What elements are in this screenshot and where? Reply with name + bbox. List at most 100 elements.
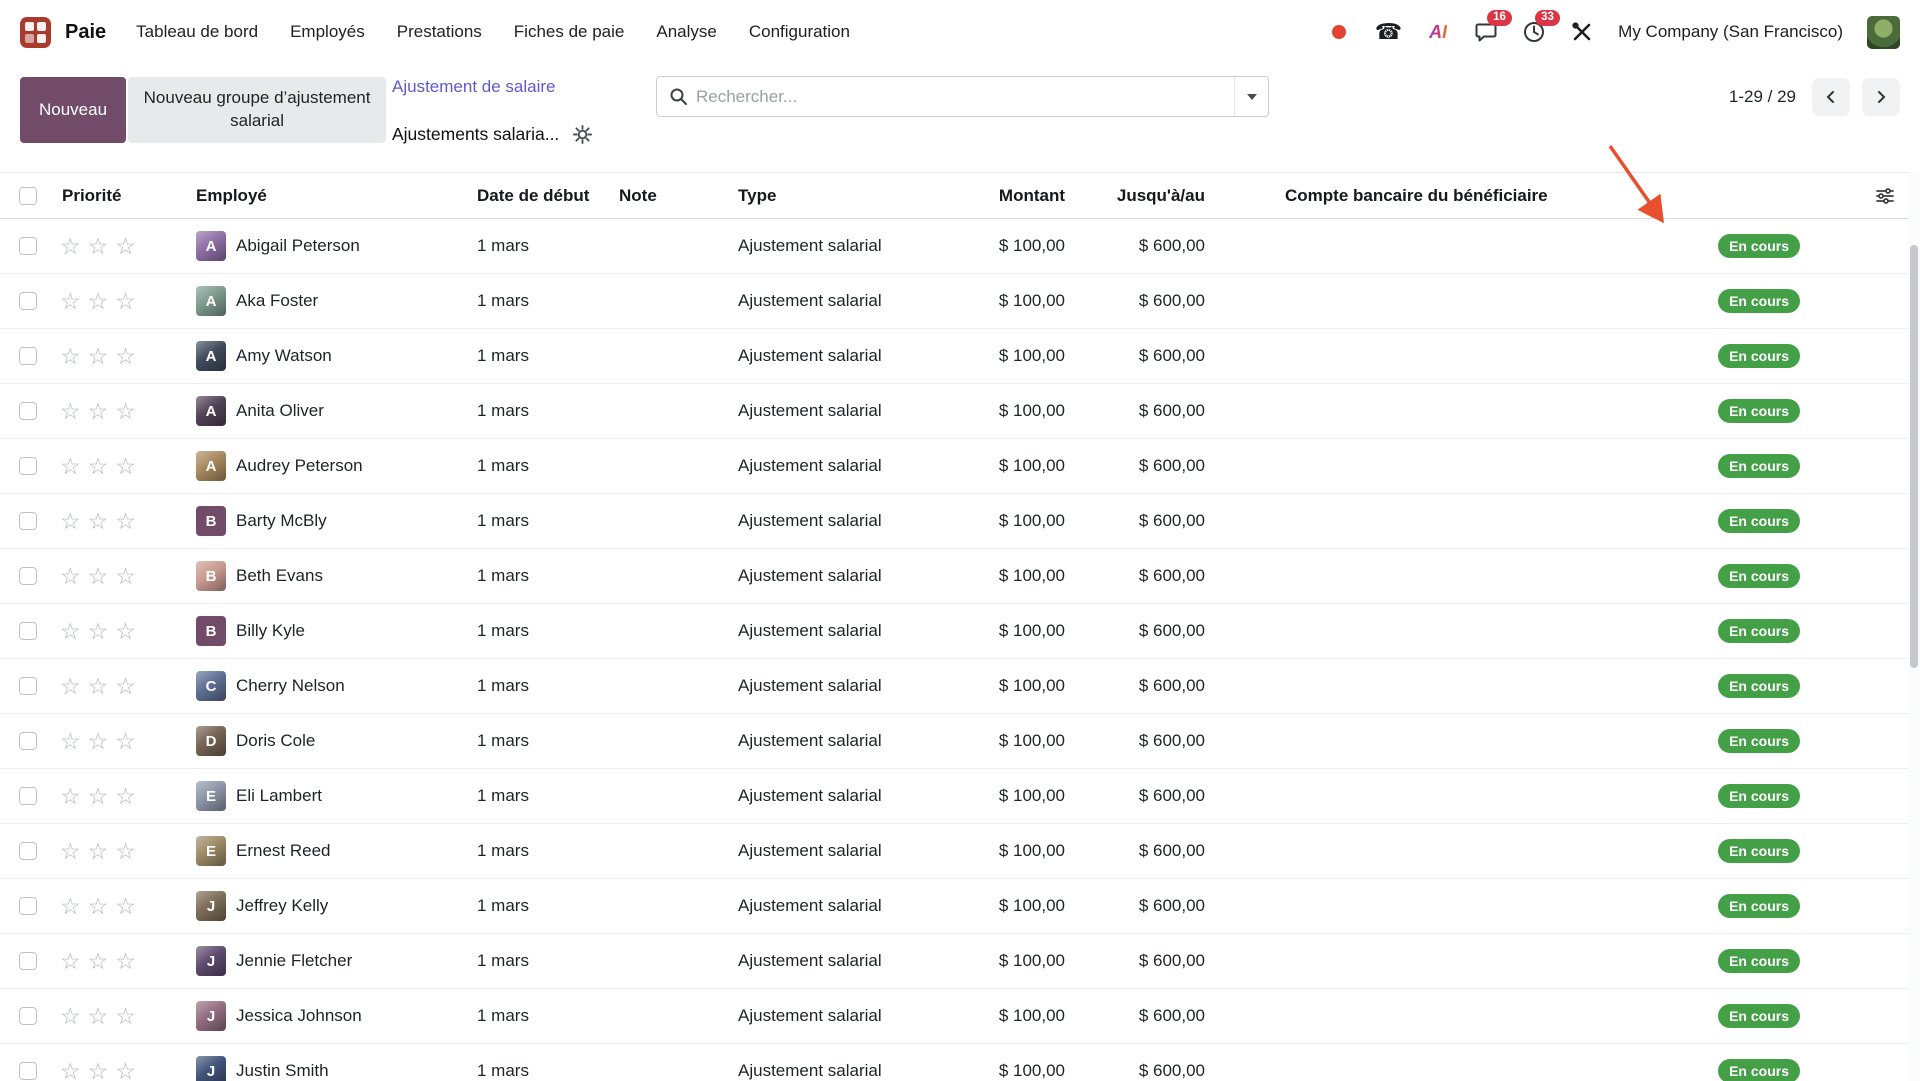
row-checkbox[interactable] (19, 677, 37, 695)
table-row[interactable]: ☆ ☆ ☆ A Audrey Peterson 1 mars Ajustemen… (0, 439, 1920, 494)
menu-analyse[interactable]: Analyse (656, 22, 716, 42)
header-bank-account[interactable]: Compte bancaire du bénéficiaire (1215, 186, 1710, 206)
table-row[interactable]: ☆ ☆ ☆ A Abigail Peterson 1 mars Ajusteme… (0, 219, 1920, 274)
star-icon[interactable]: ☆ (115, 565, 136, 588)
star-icon[interactable]: ☆ (60, 785, 81, 808)
row-checkbox[interactable] (19, 1007, 37, 1025)
row-checkbox[interactable] (19, 622, 37, 640)
star-icon[interactable]: ☆ (115, 290, 136, 313)
row-checkbox[interactable] (19, 347, 37, 365)
star-icon[interactable]: ☆ (60, 565, 81, 588)
star-icon[interactable]: ☆ (60, 235, 81, 258)
user-avatar[interactable] (1867, 16, 1900, 49)
search-input[interactable] (696, 87, 1234, 107)
row-checkbox[interactable] (19, 1062, 37, 1080)
table-row[interactable]: ☆ ☆ ☆ B Beth Evans 1 mars Ajustement sal… (0, 549, 1920, 604)
select-all-checkbox[interactable] (19, 187, 37, 205)
header-until[interactable]: Jusqu'à/au (1075, 186, 1215, 206)
row-checkbox[interactable] (19, 952, 37, 970)
star-icon[interactable]: ☆ (60, 1060, 81, 1081)
star-icon[interactable]: ☆ (88, 950, 109, 973)
star-icon[interactable]: ☆ (60, 730, 81, 753)
star-icon[interactable]: ☆ (88, 675, 109, 698)
star-icon[interactable]: ☆ (60, 840, 81, 863)
record-indicator-icon[interactable] (1327, 18, 1351, 46)
phone-icon[interactable]: ☎ (1375, 18, 1402, 46)
star-icon[interactable]: ☆ (88, 290, 109, 313)
star-icon[interactable]: ☆ (60, 620, 81, 643)
messages-icon[interactable]: 16 (1474, 18, 1498, 46)
new-group-button[interactable]: Nouveau groupe d’ajustement salarial (128, 77, 386, 143)
breadcrumb-parent[interactable]: Ajustement de salaire (392, 77, 555, 97)
star-icon[interactable]: ☆ (60, 290, 81, 313)
table-row[interactable]: ☆ ☆ ☆ A Aka Foster 1 mars Ajustement sal… (0, 274, 1920, 329)
header-start-date[interactable]: Date de début (477, 186, 619, 206)
row-checkbox[interactable] (19, 237, 37, 255)
star-icon[interactable]: ☆ (115, 1005, 136, 1028)
table-row[interactable]: ☆ ☆ ☆ B Barty McBly 1 mars Ajustement sa… (0, 494, 1920, 549)
table-row[interactable]: ☆ ☆ ☆ J Jeffrey Kelly 1 mars Ajustement … (0, 879, 1920, 934)
table-row[interactable]: ☆ ☆ ☆ E Eli Lambert 1 mars Ajustement sa… (0, 769, 1920, 824)
star-icon[interactable]: ☆ (115, 675, 136, 698)
row-checkbox[interactable] (19, 402, 37, 420)
star-icon[interactable]: ☆ (115, 455, 136, 478)
star-icon[interactable]: ☆ (88, 730, 109, 753)
star-icon[interactable]: ☆ (115, 840, 136, 863)
star-icon[interactable]: ☆ (115, 950, 136, 973)
row-checkbox[interactable] (19, 787, 37, 805)
menu-prestations[interactable]: Prestations (397, 22, 482, 42)
star-icon[interactable]: ☆ (88, 565, 109, 588)
app-name[interactable]: Paie (65, 21, 106, 44)
header-priority[interactable]: Priorité (56, 186, 196, 206)
pager-next-button[interactable] (1862, 78, 1900, 116)
table-row[interactable]: ☆ ☆ ☆ A Anita Oliver 1 mars Ajustement s… (0, 384, 1920, 439)
star-icon[interactable]: ☆ (115, 785, 136, 808)
table-row[interactable]: ☆ ☆ ☆ J Justin Smith 1 mars Ajustement s… (0, 1044, 1920, 1081)
scrollbar-thumb[interactable] (1910, 245, 1918, 668)
row-checkbox[interactable] (19, 457, 37, 475)
star-icon[interactable]: ☆ (88, 455, 109, 478)
star-icon[interactable]: ☆ (60, 400, 81, 423)
star-icon[interactable]: ☆ (60, 895, 81, 918)
app-logo-icon[interactable] (20, 17, 51, 48)
table-row[interactable]: ☆ ☆ ☆ C Cherry Nelson 1 mars Ajustement … (0, 659, 1920, 714)
table-row[interactable]: ☆ ☆ ☆ D Doris Cole 1 mars Ajustement sal… (0, 714, 1920, 769)
star-icon[interactable]: ☆ (60, 675, 81, 698)
star-icon[interactable]: ☆ (115, 1060, 136, 1081)
table-row[interactable]: ☆ ☆ ☆ J Jessica Johnson 1 mars Ajustemen… (0, 989, 1920, 1044)
row-checkbox[interactable] (19, 512, 37, 530)
header-note[interactable]: Note (619, 186, 738, 206)
pager-previous-button[interactable] (1812, 78, 1850, 116)
header-type[interactable]: Type (738, 186, 955, 206)
row-checkbox[interactable] (19, 732, 37, 750)
star-icon[interactable]: ☆ (88, 345, 109, 368)
star-icon[interactable]: ☆ (115, 345, 136, 368)
star-icon[interactable]: ☆ (88, 785, 109, 808)
star-icon[interactable]: ☆ (60, 950, 81, 973)
table-row[interactable]: ☆ ☆ ☆ E Ernest Reed 1 mars Ajustement sa… (0, 824, 1920, 879)
star-icon[interactable]: ☆ (60, 510, 81, 533)
new-button[interactable]: Nouveau (20, 77, 126, 143)
menu-fiches-de-paie[interactable]: Fiches de paie (514, 22, 625, 42)
star-icon[interactable]: ☆ (60, 345, 81, 368)
table-row[interactable]: ☆ ☆ ☆ B Billy Kyle 1 mars Ajustement sal… (0, 604, 1920, 659)
star-icon[interactable]: ☆ (115, 895, 136, 918)
star-icon[interactable]: ☆ (88, 840, 109, 863)
activities-clock-icon[interactable]: 33 (1522, 18, 1546, 46)
star-icon[interactable]: ☆ (115, 620, 136, 643)
row-checkbox[interactable] (19, 897, 37, 915)
star-icon[interactable]: ☆ (88, 895, 109, 918)
ai-icon[interactable]: AI (1426, 18, 1450, 46)
star-icon[interactable]: ☆ (88, 1060, 109, 1081)
tools-icon[interactable] (1570, 18, 1594, 46)
menu-employes[interactable]: Employés (290, 22, 365, 42)
star-icon[interactable]: ☆ (115, 400, 136, 423)
apps-menu[interactable]: Paie (20, 17, 106, 48)
row-checkbox[interactable] (19, 842, 37, 860)
star-icon[interactable]: ☆ (115, 730, 136, 753)
star-icon[interactable]: ☆ (88, 400, 109, 423)
header-amount[interactable]: Montant (955, 186, 1075, 206)
star-icon[interactable]: ☆ (88, 620, 109, 643)
star-icon[interactable]: ☆ (60, 1005, 81, 1028)
star-icon[interactable]: ☆ (115, 235, 136, 258)
